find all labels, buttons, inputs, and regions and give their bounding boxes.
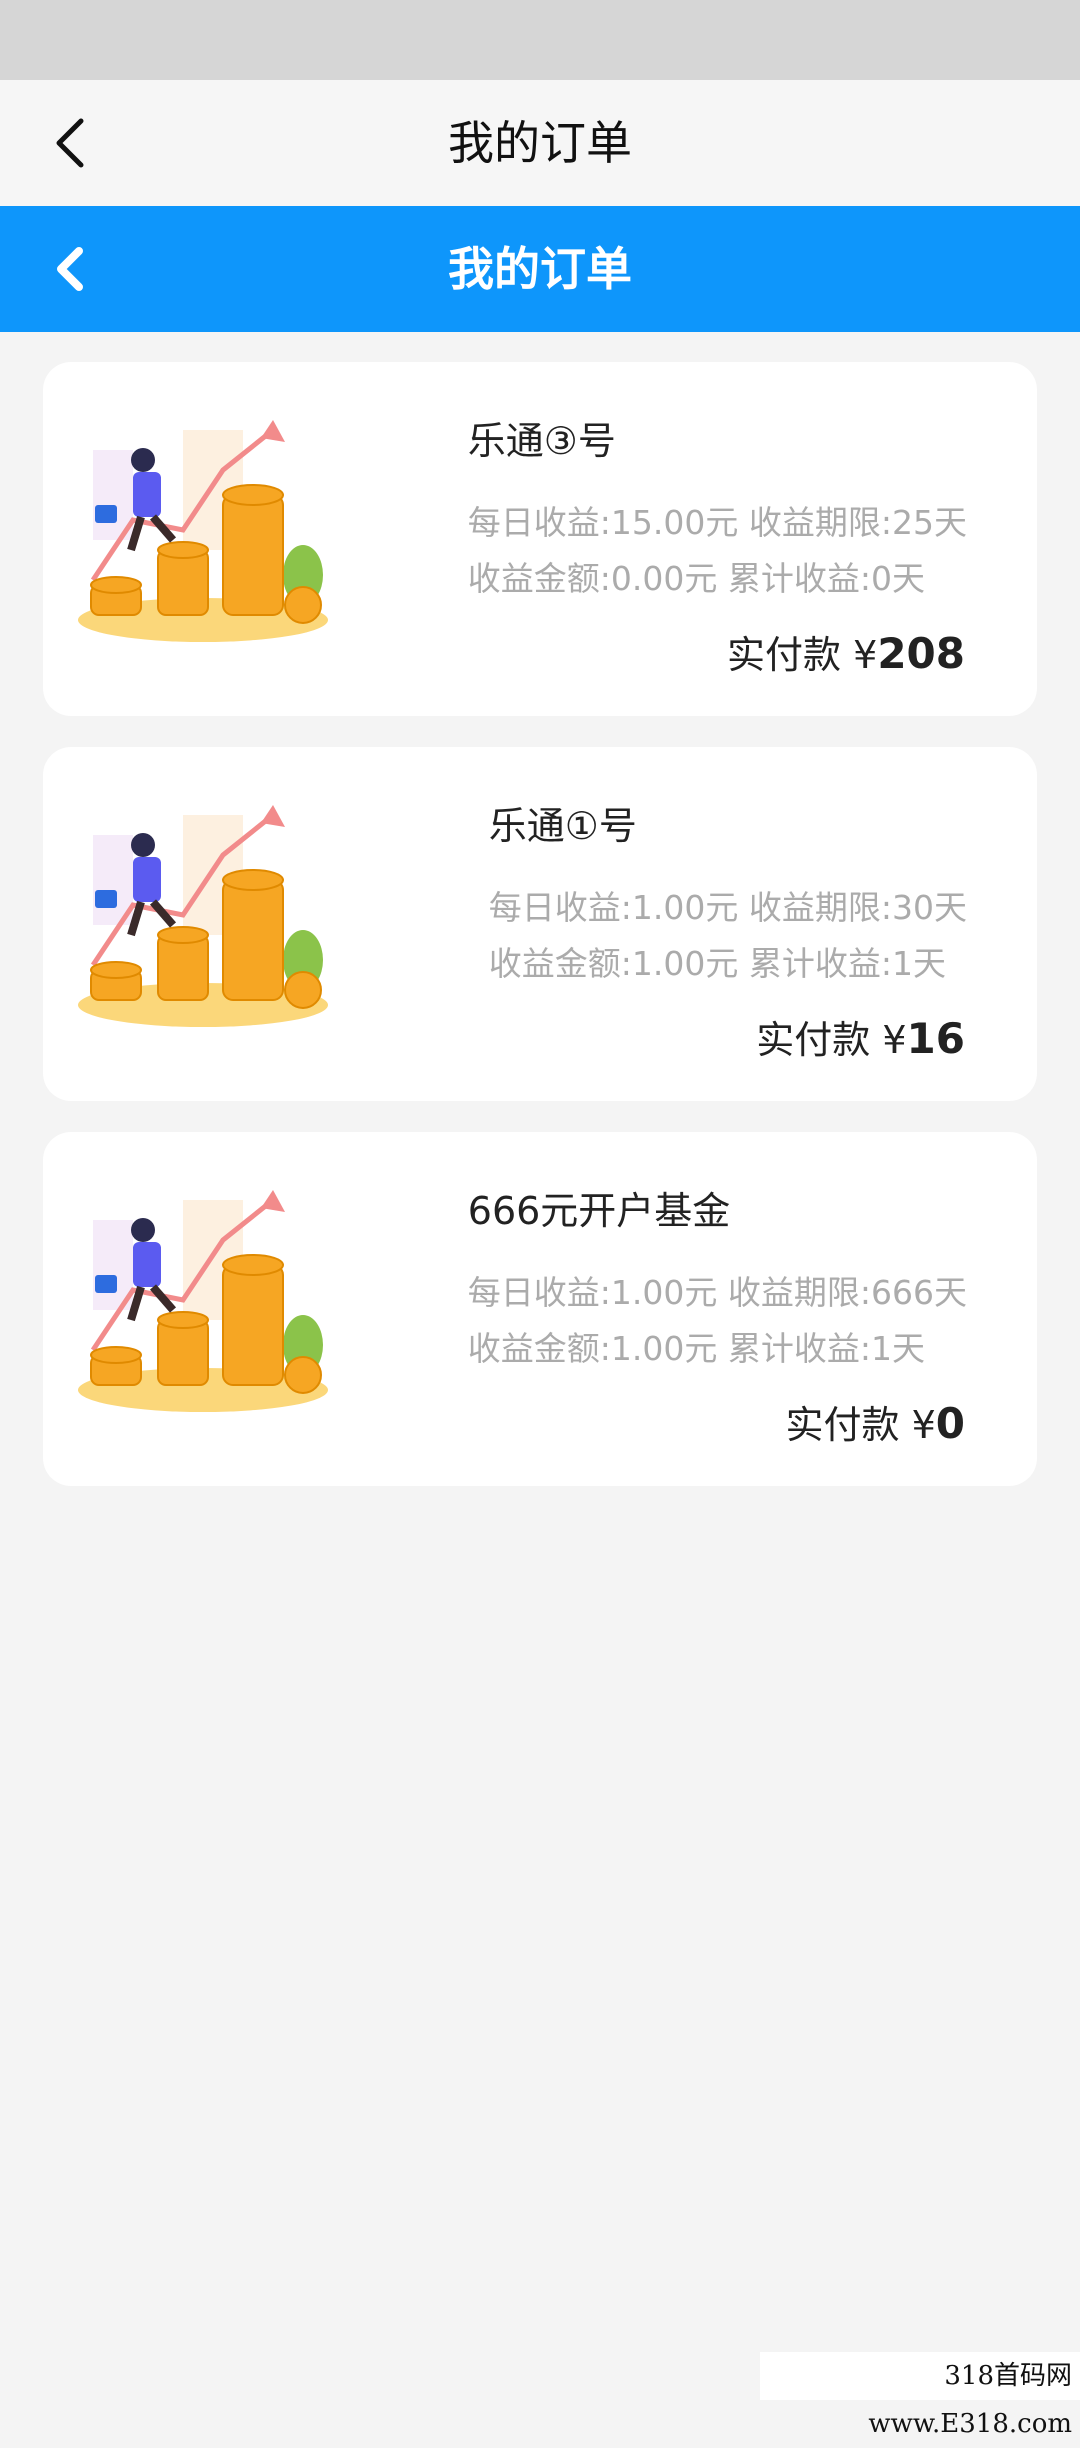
page-title: 我的订单 bbox=[0, 80, 1080, 206]
income-term: 收益期限:666天 bbox=[728, 1273, 967, 1312]
app-bar: 我的订单 bbox=[0, 80, 1080, 206]
currency-symbol: ¥ bbox=[912, 1403, 936, 1447]
order-name: 666元开户基金 bbox=[468, 1180, 967, 1235]
daily-income: 每日收益:1.00元 bbox=[468, 1273, 718, 1312]
order-info: 666元开户基金 每日收益:1.00元 收益期限:666天 收益金额:1.00元… bbox=[468, 1180, 967, 1377]
paid-value: 0 bbox=[936, 1399, 965, 1448]
order-name: 乐通①号 bbox=[489, 795, 967, 850]
paid-value: 208 bbox=[877, 629, 965, 678]
order-card[interactable]: 乐通①号 每日收益:1.00元 收益期限:30天 收益金额:1.00元 累计收益… bbox=[43, 747, 1037, 1101]
watermark: 318首码网 www.E318.com bbox=[760, 2352, 1080, 2400]
income-term: 收益期限:30天 bbox=[749, 888, 967, 927]
paid-value: 16 bbox=[907, 1014, 965, 1063]
order-info: 乐通③号 每日收益:15.00元 收益期限:25天 收益金额:0.00元 累计收… bbox=[468, 410, 967, 607]
order-line-2: 收益金额:0.00元 累计收益:0天 bbox=[468, 551, 967, 607]
blue-header-bar: 我的订单 bbox=[0, 206, 1080, 332]
income-term: 收益期限:25天 bbox=[749, 503, 967, 542]
paid-amount: 实付款 ¥208 bbox=[727, 624, 965, 679]
order-card[interactable]: 乐通③号 每日收益:15.00元 收益期限:25天 收益金额:0.00元 累计收… bbox=[43, 362, 1037, 716]
paid-amount: 实付款 ¥0 bbox=[785, 1394, 965, 1449]
order-line-1: 每日收益:15.00元 收益期限:25天 bbox=[468, 495, 967, 551]
income-amount: 收益金额:1.00元 bbox=[489, 944, 739, 983]
coin-growth-illustration bbox=[73, 410, 343, 650]
income-amount: 收益金额:1.00元 bbox=[468, 1329, 718, 1368]
order-line-2: 收益金额:1.00元 累计收益:1天 bbox=[489, 936, 967, 992]
cumulative-income: 累计收益:1天 bbox=[749, 944, 946, 983]
currency-symbol: ¥ bbox=[882, 1018, 906, 1062]
paid-label: 实付款 bbox=[756, 1018, 870, 1062]
paid-amount: 实付款 ¥16 bbox=[756, 1009, 965, 1064]
currency-symbol: ¥ bbox=[853, 633, 877, 677]
order-card[interactable]: 666元开户基金 每日收益:1.00元 收益期限:666天 收益金额:1.00元… bbox=[43, 1132, 1037, 1486]
status-bar bbox=[0, 0, 1080, 80]
paid-label: 实付款 bbox=[727, 633, 841, 677]
coin-growth-illustration bbox=[73, 1180, 343, 1420]
order-info: 乐通①号 每日收益:1.00元 收益期限:30天 收益金额:1.00元 累计收益… bbox=[489, 795, 967, 992]
order-line-1: 每日收益:1.00元 收益期限:30天 bbox=[489, 880, 967, 936]
coin-growth-illustration bbox=[73, 795, 343, 1035]
order-line-2: 收益金额:1.00元 累计收益:1天 bbox=[468, 1321, 967, 1377]
order-name: 乐通③号 bbox=[468, 410, 967, 465]
income-amount: 收益金额:0.00元 bbox=[468, 559, 718, 598]
order-line-1: 每日收益:1.00元 收益期限:666天 bbox=[468, 1265, 967, 1321]
cumulative-income: 累计收益:1天 bbox=[728, 1329, 925, 1368]
paid-label: 实付款 bbox=[785, 1403, 899, 1447]
daily-income: 每日收益:1.00元 bbox=[489, 888, 739, 927]
order-list: 乐通③号 每日收益:15.00元 收益期限:25天 收益金额:0.00元 累计收… bbox=[43, 362, 1037, 1517]
blue-header-title: 我的订单 bbox=[0, 206, 1080, 332]
cumulative-income: 累计收益:0天 bbox=[728, 559, 925, 598]
daily-income: 每日收益:15.00元 bbox=[468, 503, 739, 542]
